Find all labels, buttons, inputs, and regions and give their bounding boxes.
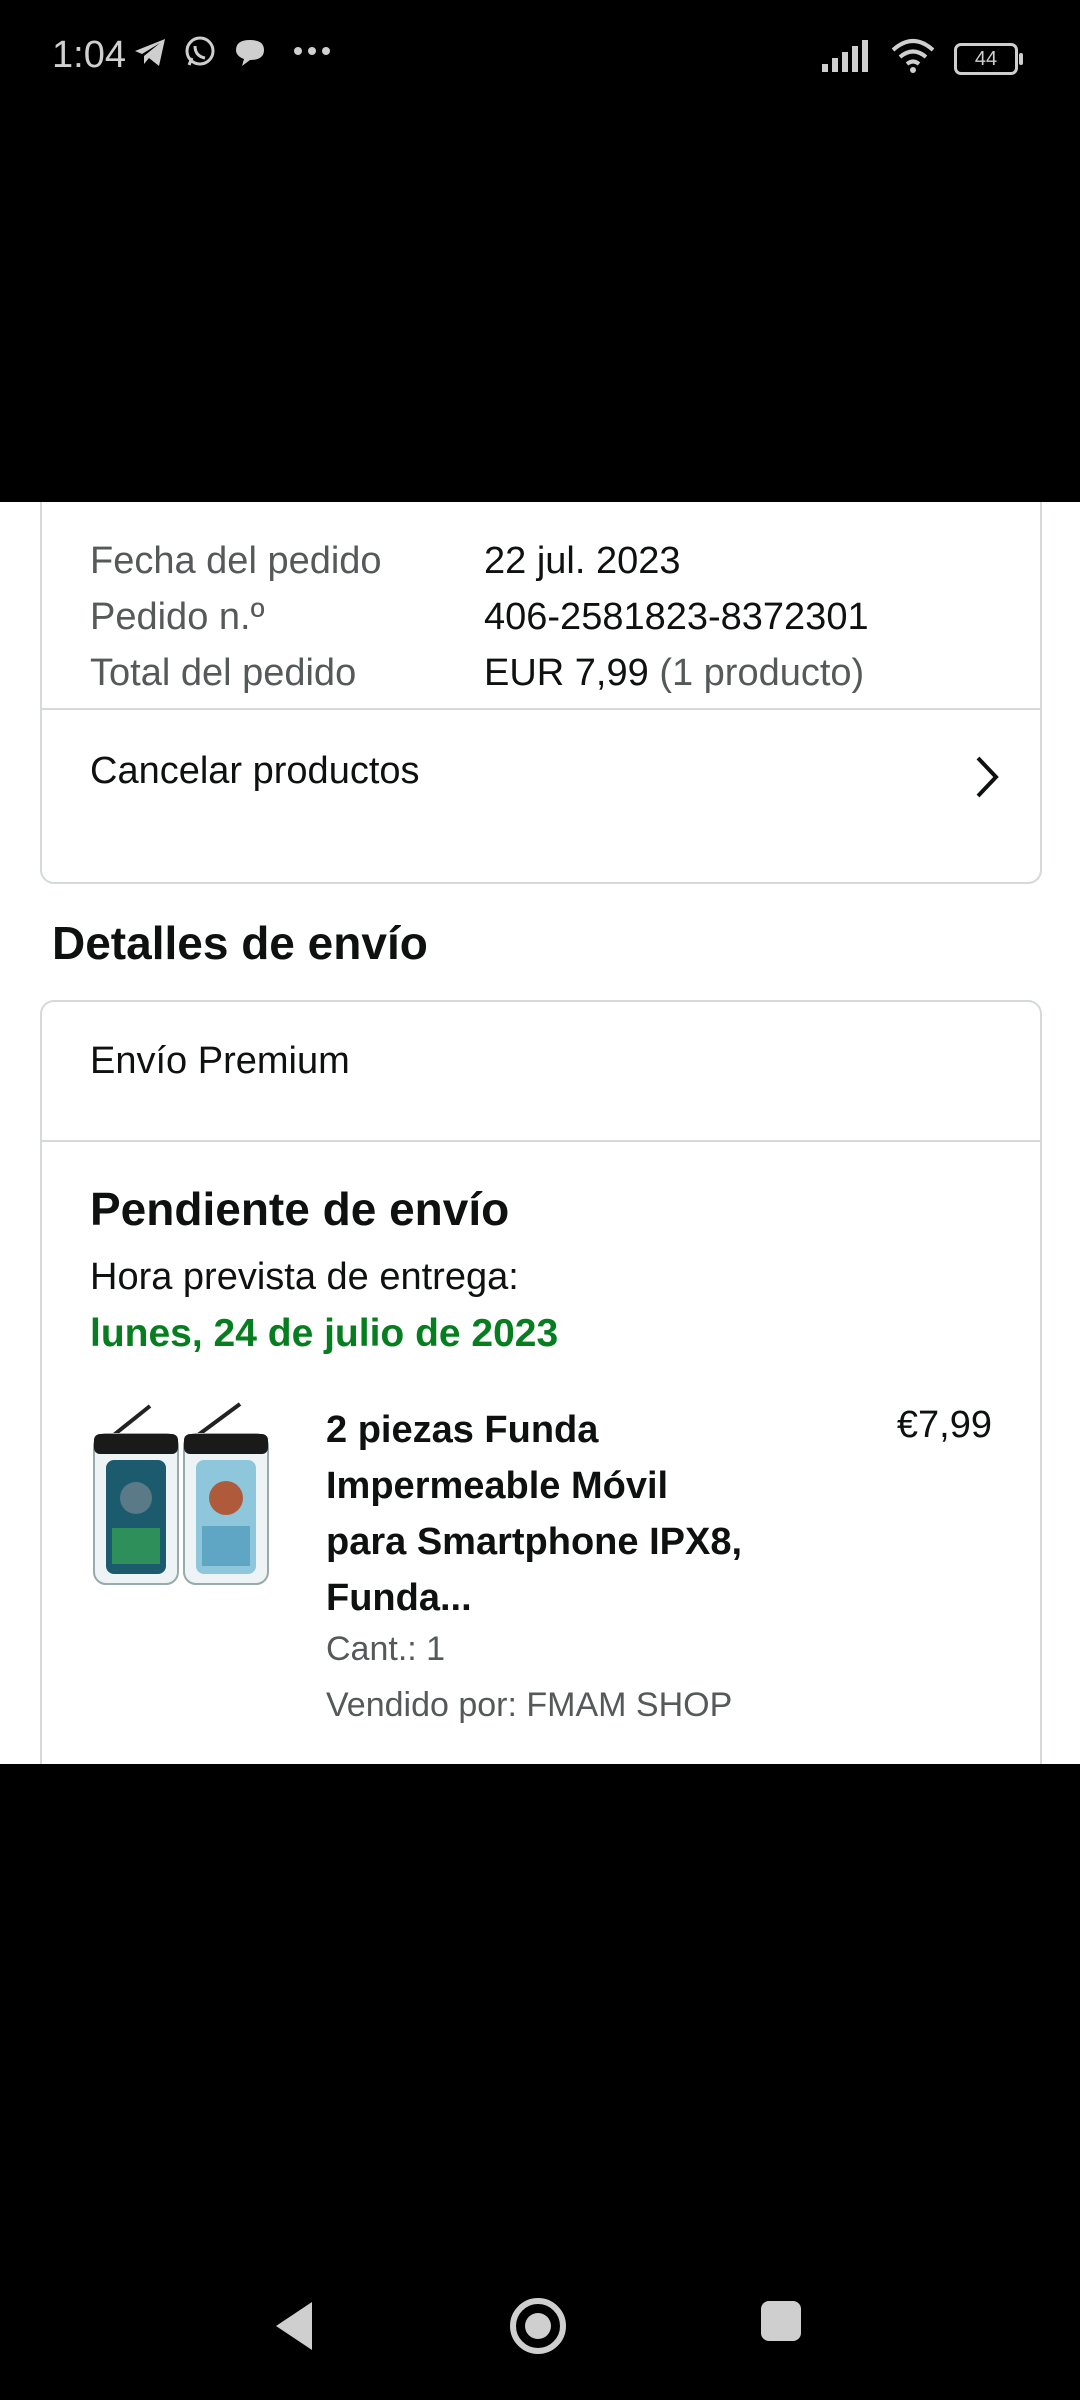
shipping-card: Envío Premium Pendiente de envío Hora pr… — [40, 1000, 1042, 1764]
cancel-products-row[interactable]: Cancelar productos — [42, 710, 1040, 850]
more-dots-icon — [292, 44, 332, 62]
eta-label: Hora prevista de entrega: — [90, 1256, 519, 1298]
order-total-amount: EUR 7,99 — [484, 652, 649, 694]
order-total-label: Total del pedido — [90, 652, 357, 694]
order-total-value: EUR 7,99 (1 producto) — [484, 652, 864, 695]
eta-date: lunes, 24 de julio de 2023 — [90, 1312, 559, 1355]
recents-icon[interactable] — [760, 2300, 802, 2347]
chat-bubble-icon — [232, 34, 268, 75]
product-price: €7,99 — [896, 1404, 992, 1446]
order-date-label: Fecha del pedido — [90, 540, 382, 582]
status-time: 1:04 — [52, 34, 126, 76]
product-seller: Vendido por: FMAM SHOP — [326, 1686, 733, 1724]
order-summary-card: Fecha del pedido 22 jul. 2023 Pedido n.º… — [40, 502, 1042, 884]
chevron-right-icon — [972, 754, 1002, 805]
order-number-value: 406-2581823-8372301 — [484, 596, 869, 638]
system-navigation-bar — [0, 2260, 1080, 2400]
signal-icon — [822, 40, 872, 77]
battery-icon: 44 — [954, 42, 1023, 75]
wifi-icon — [890, 38, 936, 79]
shipping-status: Pendiente de envío — [90, 1183, 510, 1235]
shipping-details-title: Detalles de envío — [52, 917, 428, 969]
back-icon[interactable] — [272, 2300, 316, 2357]
home-icon[interactable] — [508, 2296, 568, 2361]
divider — [42, 1140, 1040, 1142]
status-right-group: 44 — [822, 38, 1023, 79]
whatsapp-icon — [182, 34, 218, 75]
product-quantity: Cant.: 1 — [326, 1630, 446, 1668]
order-number-label: Pedido n.º — [90, 596, 265, 638]
order-total-count: (1 producto) — [659, 652, 865, 694]
cancel-products-label: Cancelar productos — [90, 750, 420, 792]
order-details-sheet: Fecha del pedido 22 jul. 2023 Pedido n.º… — [0, 502, 1080, 1764]
order-date-value: 22 jul. 2023 — [484, 540, 681, 582]
product-image[interactable] — [90, 1398, 274, 1588]
telegram-icon — [132, 34, 168, 75]
shipping-type: Envío Premium — [90, 1040, 350, 1082]
status-bar: 1:04 44 — [0, 0, 1080, 116]
product-title-link[interactable]: 2 piezas Funda Impermeable Móvil para Sm… — [326, 1402, 746, 1626]
